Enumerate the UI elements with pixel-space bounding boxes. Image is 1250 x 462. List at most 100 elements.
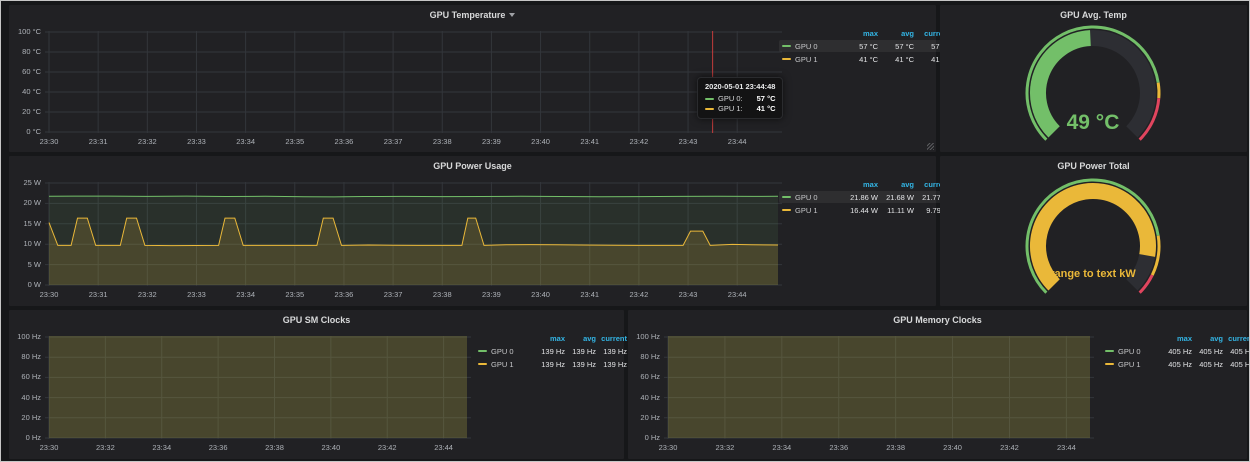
legend-header[interactable]: avg <box>565 334 596 343</box>
y-axis-tick-label: 10 W <box>7 240 41 248</box>
x-axis-tick-label: 23:42 <box>378 444 397 452</box>
panel-title-text: GPU Power Usage <box>433 161 512 171</box>
series-color-dash <box>705 98 714 100</box>
legend-header[interactable]: max <box>1161 334 1192 343</box>
legend-series-name[interactable]: GPU 1 <box>795 206 818 215</box>
y-axis-tick-label: 100 Hz <box>626 333 660 341</box>
tooltip-series-name: GPU 1: <box>718 104 743 113</box>
x-axis-tick-label: 23:40 <box>531 138 550 146</box>
x-axis-tick-label: 23:32 <box>716 444 735 452</box>
series-color-dash <box>478 363 487 365</box>
legend-series-name[interactable]: GPU 1 <box>491 360 514 369</box>
panel-title-gpu-temperature[interactable]: GPU Temperature <box>9 8 936 21</box>
legend-value: 405 Hz <box>1192 347 1223 356</box>
legend-header[interactable]: avg <box>1192 334 1223 343</box>
legend-series-name[interactable]: GPU 1 <box>1118 360 1141 369</box>
x-axis-tick-label: 23:41 <box>580 291 599 299</box>
x-axis-tick-label: 23:38 <box>265 444 284 452</box>
legend-value: 21.86 W <box>842 193 878 202</box>
y-axis-tick-label: 40 °C <box>7 88 41 96</box>
legend-header[interactable]: current <box>1223 334 1250 343</box>
x-axis-tick-label: 23:44 <box>728 291 747 299</box>
panel-title-gpu-sm-clocks[interactable]: GPU SM Clocks <box>9 313 624 326</box>
legend-row: GPU 021.86 W21.68 W21.77 W <box>779 191 953 203</box>
chevron-down-icon <box>509 13 515 17</box>
y-axis-tick-label: 15 W <box>7 220 41 228</box>
panel-title-text: GPU Memory Clocks <box>893 315 982 325</box>
tooltip-series-value: 57 °C <box>747 94 776 103</box>
x-axis-tick-label: 23:40 <box>321 444 340 452</box>
x-axis-tick-label: 23:40 <box>531 291 550 299</box>
x-axis-tick-label: 23:36 <box>335 291 354 299</box>
x-axis-tick-label: 23:42 <box>1000 444 1019 452</box>
panel-title-gpu-memory-clocks[interactable]: GPU Memory Clocks <box>628 313 1247 326</box>
x-axis-tick-label: 23:30 <box>659 444 678 452</box>
legend-header[interactable]: max <box>842 180 878 189</box>
sm_clocks-plot[interactable] <box>45 336 477 441</box>
legend-header-row: maxavgcurrent <box>779 178 953 190</box>
y-axis-tick-label: 20 Hz <box>7 414 41 422</box>
panel-gpu-power-total: GPU Power Total range to text kW <box>940 156 1247 306</box>
legend-header[interactable]: avg <box>878 180 914 189</box>
x-axis-tick-label: 23:32 <box>138 138 157 146</box>
x-axis-tick-label: 23:37 <box>384 138 403 146</box>
legend-value: 405 Hz <box>1192 360 1223 369</box>
x-axis-tick-label: 23:43 <box>679 138 698 146</box>
legend-header[interactable]: current <box>596 334 627 343</box>
legend-value: 405 Hz <box>1223 347 1250 356</box>
x-axis-tick-label: 23:39 <box>482 138 501 146</box>
series-color-dash <box>1105 350 1114 352</box>
panel-gpu-power-usage: GPU Power Usage 0 W5 W10 W15 W20 W25 W23… <box>9 156 936 306</box>
legend-header[interactable]: max <box>534 334 565 343</box>
y-axis-tick-label: 80 Hz <box>626 353 660 361</box>
panel-gpu-avg-temp: GPU Avg. Temp 49 °C <box>940 5 1247 152</box>
legend-header[interactable]: avg <box>878 29 914 38</box>
y-axis-tick-label: 0 Hz <box>7 434 41 442</box>
x-axis-tick-label: 23:43 <box>679 291 698 299</box>
power-plot[interactable] <box>45 182 788 288</box>
legend-value: 11.11 W <box>878 206 914 215</box>
y-axis-tick-label: 0 °C <box>7 128 41 136</box>
panel-resize-handle[interactable] <box>927 143 934 150</box>
temperature-plot[interactable] <box>45 31 788 135</box>
x-axis-tick-label: 23:30 <box>40 138 59 146</box>
gauge-threshold-segment <box>1158 83 1159 99</box>
x-axis-tick-label: 23:30 <box>40 291 59 299</box>
series-color-dash <box>782 45 791 47</box>
legend-series-name[interactable]: GPU 1 <box>795 55 818 64</box>
panel-gpu-sm-clocks: GPU SM Clocks 0 Hz20 Hz40 Hz60 Hz80 Hz10… <box>9 310 624 459</box>
x-axis-tick-label: 23:36 <box>829 444 848 452</box>
mem_clocks-plot[interactable] <box>664 336 1100 441</box>
panel-title-text: GPU SM Clocks <box>283 315 351 325</box>
legend-table: maxavgcurrentGPU 021.86 W21.68 W21.77 WG… <box>779 178 953 217</box>
y-axis-tick-label: 60 Hz <box>7 373 41 381</box>
x-axis-tick-label: 23:34 <box>236 138 255 146</box>
x-axis-tick-label: 23:34 <box>772 444 791 452</box>
panel-title-text: GPU Temperature <box>430 10 506 20</box>
legend-row: GPU 1405 Hz405 Hz405 Hz <box>1102 358 1250 370</box>
y-axis-tick-label: 100 °C <box>7 28 41 36</box>
y-axis-tick-label: 0 Hz <box>626 434 660 442</box>
x-axis-tick-label: 23:35 <box>285 138 304 146</box>
legend-series-name[interactable]: GPU 0 <box>1118 347 1141 356</box>
panel-gpu-memory-clocks: GPU Memory Clocks 0 Hz20 Hz40 Hz60 Hz80 … <box>628 310 1247 459</box>
x-axis-tick-label: 23:38 <box>886 444 905 452</box>
x-axis-tick-label: 23:30 <box>40 444 59 452</box>
legend-row: GPU 1139 Hz139 Hz139 Hz <box>475 358 630 370</box>
x-axis-tick-label: 23:37 <box>384 291 403 299</box>
y-axis-tick-label: 0 W <box>7 281 41 289</box>
tooltip-series-value: 41 °C <box>747 104 776 113</box>
x-axis-tick-label: 23:38 <box>433 291 452 299</box>
legend-row: GPU 0405 Hz405 Hz405 Hz <box>1102 345 1250 357</box>
legend-series-name[interactable]: GPU 0 <box>795 193 818 202</box>
y-axis-tick-label: 20 °C <box>7 108 41 116</box>
series-color-dash <box>782 58 791 60</box>
x-axis-tick-label: 23:31 <box>89 291 108 299</box>
legend-series-name[interactable]: GPU 0 <box>795 42 818 51</box>
gauge-value: 49 °C <box>1067 111 1120 134</box>
legend-row: GPU 057 °C57 °C57 °C <box>779 40 953 52</box>
y-axis-tick-label: 80 °C <box>7 48 41 56</box>
legend-series-name[interactable]: GPU 0 <box>491 347 514 356</box>
legend-header[interactable]: max <box>842 29 878 38</box>
panel-title-gpu-power-usage[interactable]: GPU Power Usage <box>9 159 936 172</box>
